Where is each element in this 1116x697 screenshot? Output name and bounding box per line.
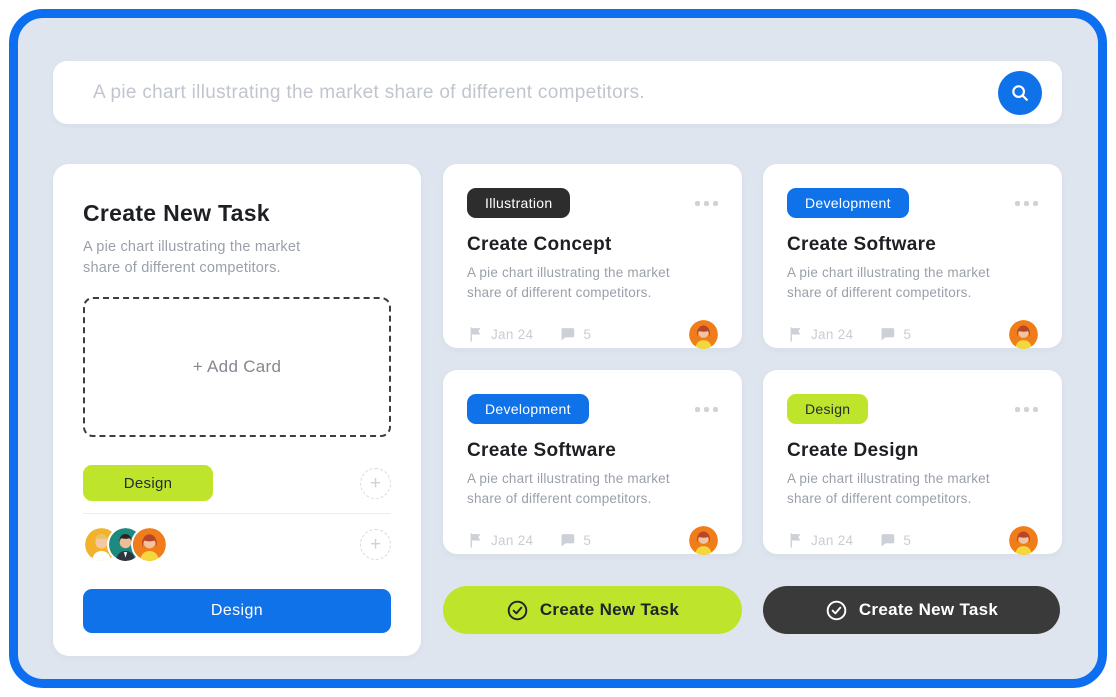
comment-icon (879, 532, 896, 549)
search-icon (1009, 82, 1031, 104)
create-new-task-button-dark[interactable]: Create New Task (763, 586, 1060, 634)
comment-icon (559, 326, 576, 343)
task-card[interactable]: Development Create Software A pie chart … (443, 370, 742, 554)
tag-row: Design + (83, 465, 391, 501)
avatar (689, 526, 718, 555)
search-input[interactable] (53, 82, 998, 104)
panel-title: Create New Task (83, 200, 391, 227)
flag-icon (787, 326, 804, 343)
task-card[interactable]: Illustration Create Concept A pie chart … (443, 164, 742, 348)
card-description: A pie chart illustrating the market shar… (787, 263, 992, 304)
card-title: Create Concept (467, 234, 718, 256)
check-circle-icon (825, 599, 848, 622)
card-tag[interactable]: Illustration (467, 188, 570, 218)
card-title: Create Design (787, 440, 1038, 462)
avatar (131, 526, 168, 563)
comments-count: 5 (879, 532, 911, 549)
task-card[interactable]: Development Create Software A pie chart … (763, 164, 1062, 348)
card-title: Create Software (787, 234, 1038, 256)
card-description: A pie chart illustrating the market shar… (467, 469, 672, 510)
card-description: A pie chart illustrating the market shar… (467, 263, 672, 304)
comments-count: 5 (559, 532, 591, 549)
more-options-icon[interactable] (695, 403, 718, 416)
add-assignee-icon[interactable]: + (360, 529, 391, 560)
create-task-panel: Create New Task A pie chart illustrating… (53, 164, 421, 656)
comments-count: 5 (559, 326, 591, 343)
due-date: Jan 24 (467, 326, 533, 343)
card-tag[interactable]: Development (467, 394, 589, 424)
flag-icon (467, 326, 484, 343)
search-bar (53, 61, 1062, 124)
due-date: Jan 24 (467, 532, 533, 549)
add-tag-icon[interactable]: + (360, 468, 391, 499)
add-card-label: + Add Card (193, 357, 282, 377)
comment-icon (879, 326, 896, 343)
design-submit-button[interactable]: Design (83, 589, 391, 633)
design-tag-button[interactable]: Design (83, 465, 213, 501)
assignees-row: + (83, 514, 391, 563)
flag-icon (787, 532, 804, 549)
avatar (1009, 526, 1038, 555)
more-options-icon[interactable] (1015, 403, 1038, 416)
more-options-icon[interactable] (1015, 197, 1038, 210)
avatar (1009, 320, 1038, 349)
add-card-dropzone[interactable]: + Add Card (83, 297, 391, 437)
search-button[interactable] (998, 71, 1042, 115)
avatar (689, 320, 718, 349)
card-title: Create Software (467, 440, 718, 462)
card-description: A pie chart illustrating the market shar… (787, 469, 992, 510)
check-circle-icon (506, 599, 529, 622)
create-new-task-button-lime[interactable]: Create New Task (443, 586, 742, 634)
avatar-group (83, 526, 168, 563)
card-tag[interactable]: Design (787, 394, 868, 424)
comment-icon (559, 532, 576, 549)
panel-description: A pie chart illustrating the market shar… (83, 237, 323, 279)
task-card[interactable]: Design Create Design A pie chart illustr… (763, 370, 1062, 554)
due-date: Jan 24 (787, 532, 853, 549)
comments-count: 5 (879, 326, 911, 343)
more-options-icon[interactable] (695, 197, 718, 210)
card-tag[interactable]: Development (787, 188, 909, 218)
due-date: Jan 24 (787, 326, 853, 343)
flag-icon (467, 532, 484, 549)
